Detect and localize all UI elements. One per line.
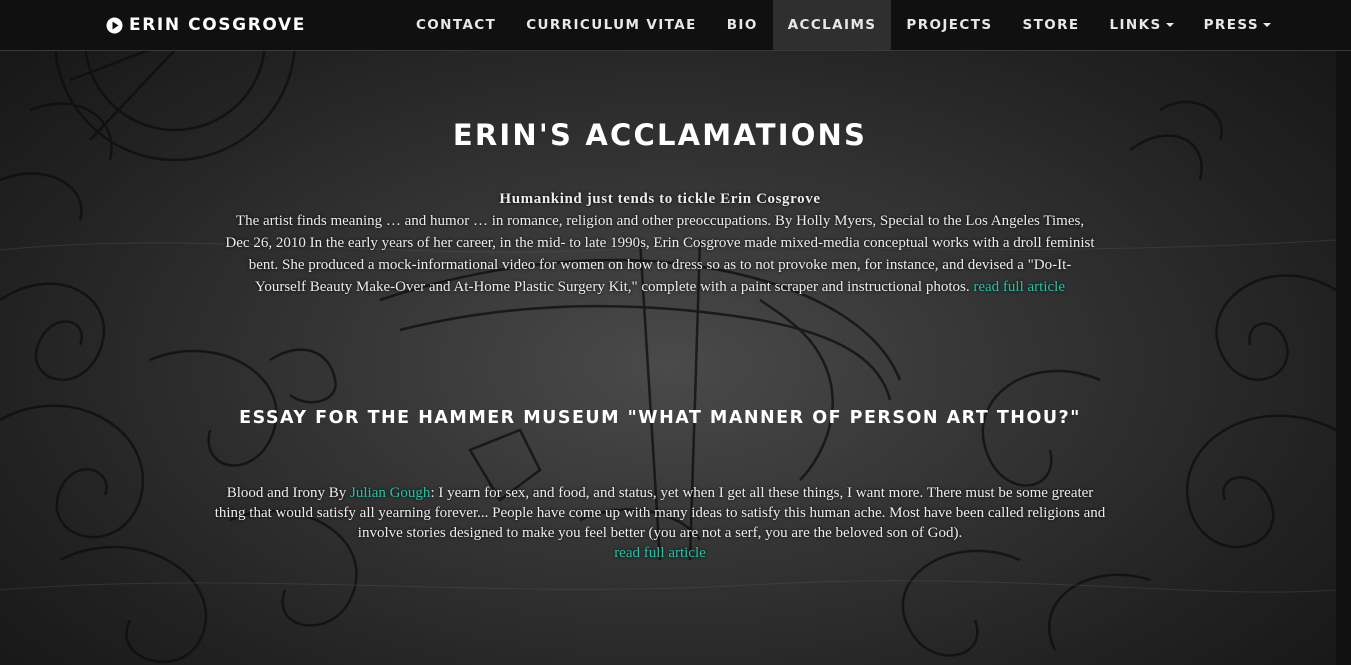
section-title-hammer-essay: ESSAY FOR THE HAMMER MUSEUM "WHAT MANNER… [239, 408, 1081, 428]
nav-item-label: CURRICULUM VITAE [526, 17, 697, 33]
top-navbar: ERIN COSGROVE CONTACT CURRICULUM VITAE B… [0, 0, 1351, 51]
read-full-article-link[interactable]: read full article [973, 279, 1065, 295]
nav-item-label: ACCLAIMS [787, 17, 877, 33]
nav-item-curriculum-vitae[interactable]: CURRICULUM VITAE [511, 0, 711, 50]
article-hammer-essay: Blood and Irony By Julian Gough: I yearn… [210, 483, 1110, 563]
nav-item-label: CONTACT [416, 17, 497, 33]
nav-menu: CONTACT CURRICULUM VITAE BIO ACCLAIMS PR… [401, 0, 1286, 50]
nav-item-label: PROJECTS [906, 17, 993, 33]
nav-item-label: STORE [1022, 17, 1080, 33]
page: ERIN COSGROVE CONTACT CURRICULUM VITAE B… [0, 0, 1351, 665]
nav-item-store[interactable]: STORE [1007, 0, 1094, 50]
article-headline: Humankind just tends to tickle Erin Cosg… [499, 191, 821, 207]
author-link[interactable]: Julian Gough [350, 485, 430, 501]
nav-item-projects[interactable]: PROJECTS [891, 0, 1007, 50]
nav-item-label: BIO [726, 17, 758, 33]
article-la-times: Humankind just tends to tickle Erin Cosg… [225, 188, 1095, 298]
nav-item-contact[interactable]: CONTACT [401, 0, 511, 50]
nav-item-acclaims[interactable]: ACCLAIMS [772, 0, 892, 50]
nav-item-bio[interactable]: BIO [712, 0, 773, 50]
nav-item-label: LINKS [1109, 17, 1162, 33]
read-full-article-link[interactable]: read full article [614, 545, 706, 561]
article-body: The artist finds meaning … and humor … i… [225, 213, 1095, 295]
brand-link[interactable]: ERIN COSGROVE [106, 13, 306, 37]
caret-down-icon [1165, 23, 1174, 27]
nav-item-links-dropdown[interactable]: LINKS [1095, 0, 1189, 50]
page-title: ERIN'S ACCLAMATIONS [452, 118, 868, 152]
caret-down-icon [1262, 23, 1271, 27]
nav-item-press-dropdown[interactable]: PRESS [1189, 0, 1286, 50]
article-prefix: Blood and Irony By [226, 485, 351, 501]
brand-name: ERIN COSGROVE [129, 15, 306, 35]
main-content: ERIN'S ACCLAMATIONS Humankind just tends… [0, 50, 1336, 665]
page-scrollbar-track[interactable] [1336, 50, 1351, 665]
nav-item-label: PRESS [1203, 17, 1259, 33]
play-circle-icon [106, 17, 123, 33]
